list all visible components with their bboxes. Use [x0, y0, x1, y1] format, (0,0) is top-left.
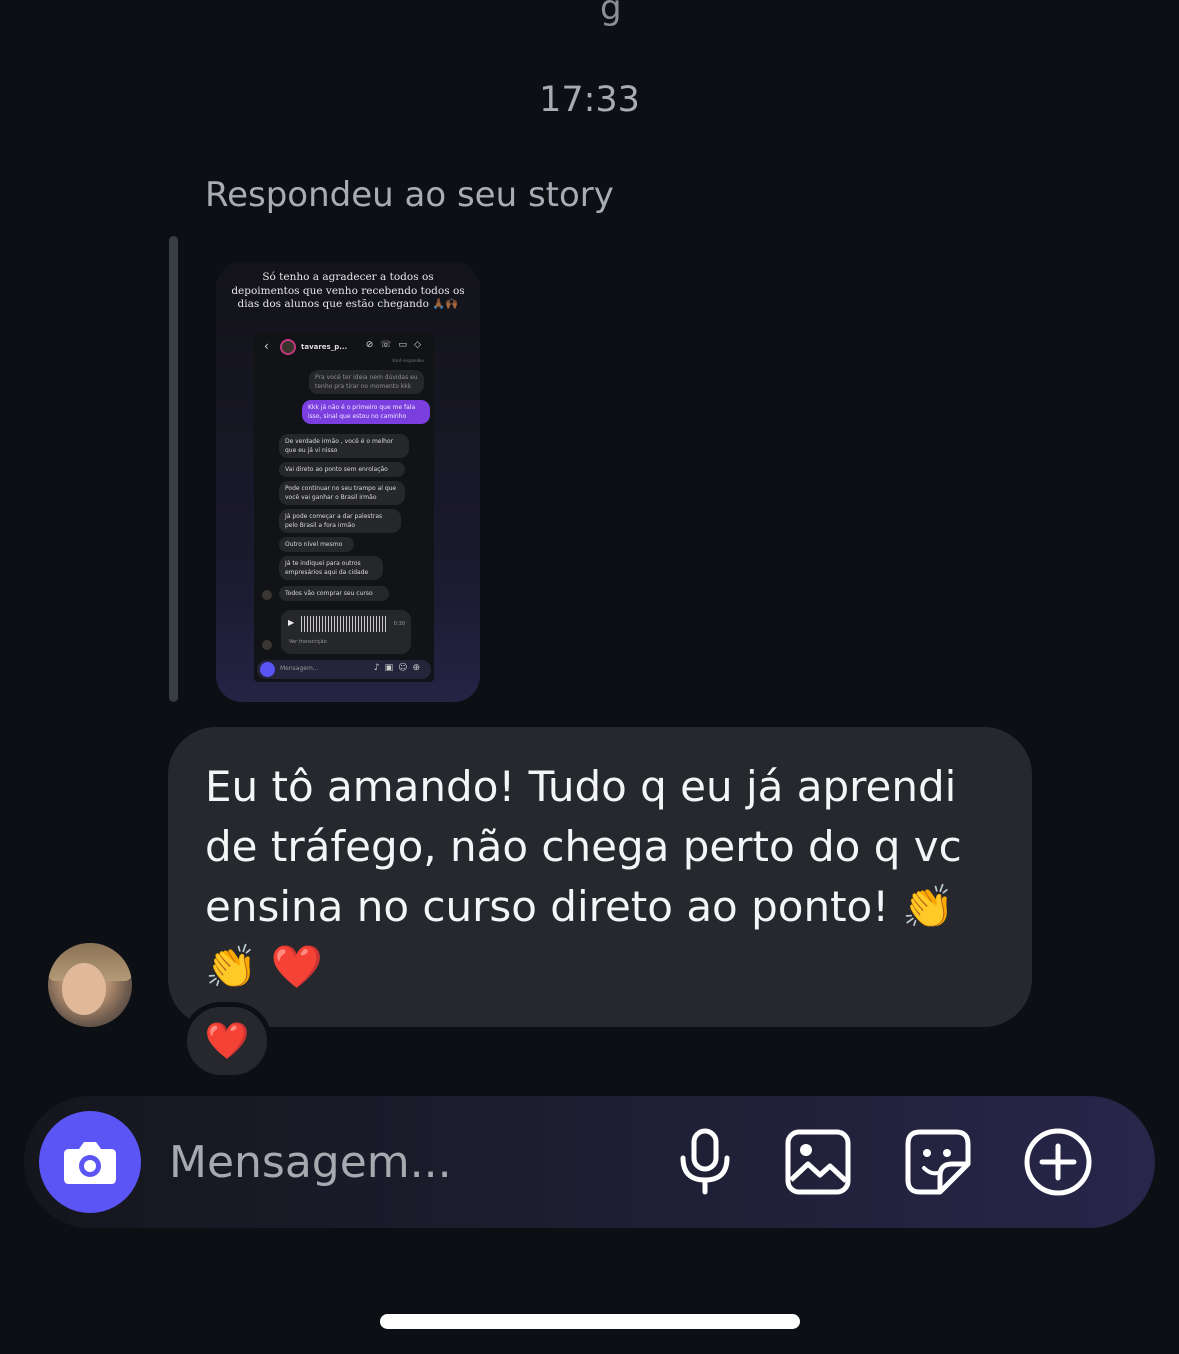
story-reply-label: Respondeu ao seu story [205, 175, 614, 215]
screenshot-sender-avatar [262, 640, 272, 650]
screenshot-composer-placeholder: Mensagem... [280, 665, 319, 672]
avatar-face [62, 963, 106, 1015]
microphone-button[interactable] [669, 1126, 741, 1198]
screenshot-message: Kkk já não é o primeiro que me fala isso… [302, 400, 430, 424]
screenshot-message: Vai direto ao ponto sem enrolação [279, 462, 405, 477]
screenshot-audio-message: ▶ 0:30 Ver transcrição [281, 610, 411, 654]
plus-circle-icon [1024, 1128, 1092, 1196]
screenshot-header: ‹ tavares_p... ⊘☏▭◇ [254, 336, 434, 360]
chevron-left-icon: ‹ [264, 339, 269, 353]
screenshot-message: Todos vão comprar seu curso [279, 586, 389, 601]
camera-button[interactable] [39, 1111, 141, 1213]
sticker-icon [905, 1129, 971, 1195]
gallery-icon [785, 1129, 851, 1195]
message-input[interactable] [169, 1130, 629, 1194]
status-bar-fragment: g [600, 0, 623, 28]
audio-waveform [301, 616, 387, 632]
screenshot-subheader: Você respondeu [392, 358, 424, 363]
camera-icon [64, 1142, 116, 1184]
screenshot-message: Já pode começar a dar palestras pelo Bra… [279, 509, 401, 533]
screenshot-message: Pode continuar no seu trampo aí que você… [279, 481, 405, 505]
screenshot-header-icons: ⊘☏▭◇ [365, 340, 428, 350]
story-thumbnail[interactable]: Só tenho a agradecer a todos os depoimen… [216, 262, 480, 702]
screenshot-message: Outro nível mesmo [279, 537, 354, 552]
screenshot-composer-icons: ♪▣☺⊕ [373, 663, 425, 673]
screenshot-avatar [280, 339, 296, 355]
story-caption: Só tenho a agradecer a todos os depoimen… [231, 271, 465, 310]
screenshot-username: tavares_p... [301, 343, 348, 351]
received-message-bubble[interactable]: Eu tô amando! Tudo q eu já aprendi de tr… [168, 727, 1032, 1027]
add-button[interactable] [1022, 1126, 1094, 1198]
story-screenshot: ‹ tavares_p... ⊘☏▭◇ Você respondeu Pra v… [254, 332, 434, 682]
audio-transcript-link: Ver transcrição [289, 639, 327, 645]
screenshot-composer: Mensagem... ♪▣☺⊕ [257, 660, 431, 679]
screenshot-message: De verdade irmão , você é o melhor que e… [279, 434, 409, 458]
avatar[interactable] [48, 943, 132, 1027]
screenshot-message: Já te indiquei para outros empresários a… [279, 556, 383, 580]
reply-indicator-bar [169, 236, 178, 702]
message-composer [24, 1096, 1155, 1228]
camera-icon [260, 662, 275, 677]
message-timestamp: 17:33 [539, 80, 640, 120]
message-text: Eu tô amando! Tudo q eu já aprendi de tr… [205, 762, 962, 991]
play-icon: ▶ [288, 618, 295, 627]
sticker-button[interactable] [902, 1126, 974, 1198]
home-indicator[interactable] [380, 1314, 800, 1329]
screenshot-message: Pra você ter ideia nem dúvidas eu tenho … [309, 370, 424, 394]
gallery-button[interactable] [782, 1126, 854, 1198]
heart-reaction[interactable]: ❤️ [182, 1002, 272, 1080]
heart-icon: ❤️ [204, 1021, 250, 1062]
audio-duration: 0:30 [393, 621, 405, 627]
microphone-icon [680, 1128, 730, 1195]
screenshot-sender-avatar [262, 590, 272, 600]
